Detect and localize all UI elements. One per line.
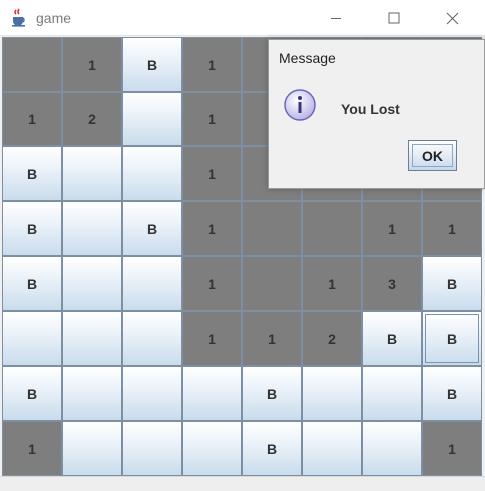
cell-r2-c4[interactable]: 1 (183, 93, 241, 145)
minimize-icon (331, 18, 341, 19)
dialog-title: Message (279, 50, 336, 66)
cell-r5-c8[interactable]: B (423, 257, 481, 310)
message-dialog: Message You Lost OK (268, 39, 485, 189)
cell-r7-c6[interactable] (303, 367, 361, 420)
cell-r4-c2[interactable] (63, 202, 121, 255)
cell-r4-c6[interactable] (303, 202, 361, 255)
cell-r5-c1[interactable]: B (3, 257, 61, 310)
close-icon (446, 12, 458, 24)
cell-r8-c7[interactable] (363, 422, 421, 475)
cell-r7-c5[interactable]: B (243, 367, 301, 420)
cell-r4-c7[interactable]: 1 (363, 202, 421, 255)
java-cup-icon (9, 8, 29, 28)
cell-r2-c3[interactable] (123, 93, 181, 145)
close-button[interactable] (423, 0, 481, 36)
dialog-message: You Lost (341, 101, 400, 117)
cell-r6-c1[interactable] (3, 312, 61, 365)
cell-r8-c3[interactable] (123, 422, 181, 475)
cell-r6-c4[interactable]: 1 (183, 312, 241, 365)
cell-r8-c8[interactable]: 1 (423, 422, 481, 475)
cell-r5-c7[interactable]: 3 (363, 257, 421, 310)
title-bar: game (0, 0, 485, 36)
cell-r5-c5[interactable] (243, 257, 301, 310)
cell-r5-c3[interactable] (123, 257, 181, 310)
cell-r4-c5[interactable] (243, 202, 301, 255)
cell-r4-c4[interactable]: 1 (183, 202, 241, 255)
cell-r2-c1[interactable]: 1 (3, 93, 61, 145)
cell-r6-c5[interactable]: 1 (243, 312, 301, 365)
cell-r7-c4[interactable] (183, 367, 241, 420)
ok-button[interactable]: OK (408, 140, 457, 171)
cell-r1-c2[interactable]: 1 (63, 38, 121, 91)
window-title: game (36, 10, 72, 26)
cell-r4-c3[interactable]: B (123, 202, 181, 255)
cell-r4-c1[interactable]: B (3, 202, 61, 255)
info-icon (283, 88, 317, 122)
cell-r1-c3[interactable]: B (123, 38, 181, 91)
cell-r1-c4[interactable]: 1 (183, 38, 241, 91)
cell-r7-c1[interactable]: B (3, 367, 61, 420)
maximize-icon (388, 12, 400, 24)
cell-r3-c1[interactable]: B (3, 147, 61, 200)
cell-r1-c1[interactable] (3, 38, 61, 91)
cell-r6-c7[interactable]: B (363, 312, 421, 365)
cell-r3-c3[interactable] (123, 147, 181, 200)
cell-r3-c4[interactable]: 1 (183, 147, 241, 200)
cell-r5-c2[interactable] (63, 257, 121, 310)
cell-r8-c5[interactable]: B (243, 422, 301, 475)
cell-r7-c8[interactable]: B (423, 367, 481, 420)
cell-r5-c4[interactable]: 1 (183, 257, 241, 310)
cell-r8-c1[interactable]: 1 (3, 422, 61, 475)
cell-r3-c2[interactable] (63, 147, 121, 200)
cell-r6-c2[interactable] (63, 312, 121, 365)
cell-r7-c7[interactable] (363, 367, 421, 420)
minimize-button[interactable] (307, 0, 365, 36)
cell-r6-c8[interactable]: B (423, 312, 481, 365)
cell-r6-c6[interactable]: 2 (303, 312, 361, 365)
cell-r8-c2[interactable] (63, 422, 121, 475)
cell-r5-c6[interactable]: 1 (303, 257, 361, 310)
cell-r4-c8[interactable]: 1 (423, 202, 481, 255)
window-bottom-edge (0, 476, 485, 491)
cell-r8-c4[interactable] (183, 422, 241, 475)
cell-r2-c2[interactable]: 2 (63, 93, 121, 145)
cell-r7-c2[interactable] (63, 367, 121, 420)
cell-r8-c6[interactable] (303, 422, 361, 475)
maximize-button[interactable] (365, 0, 423, 36)
cell-r7-c3[interactable] (123, 367, 181, 420)
cell-r6-c3[interactable] (123, 312, 181, 365)
